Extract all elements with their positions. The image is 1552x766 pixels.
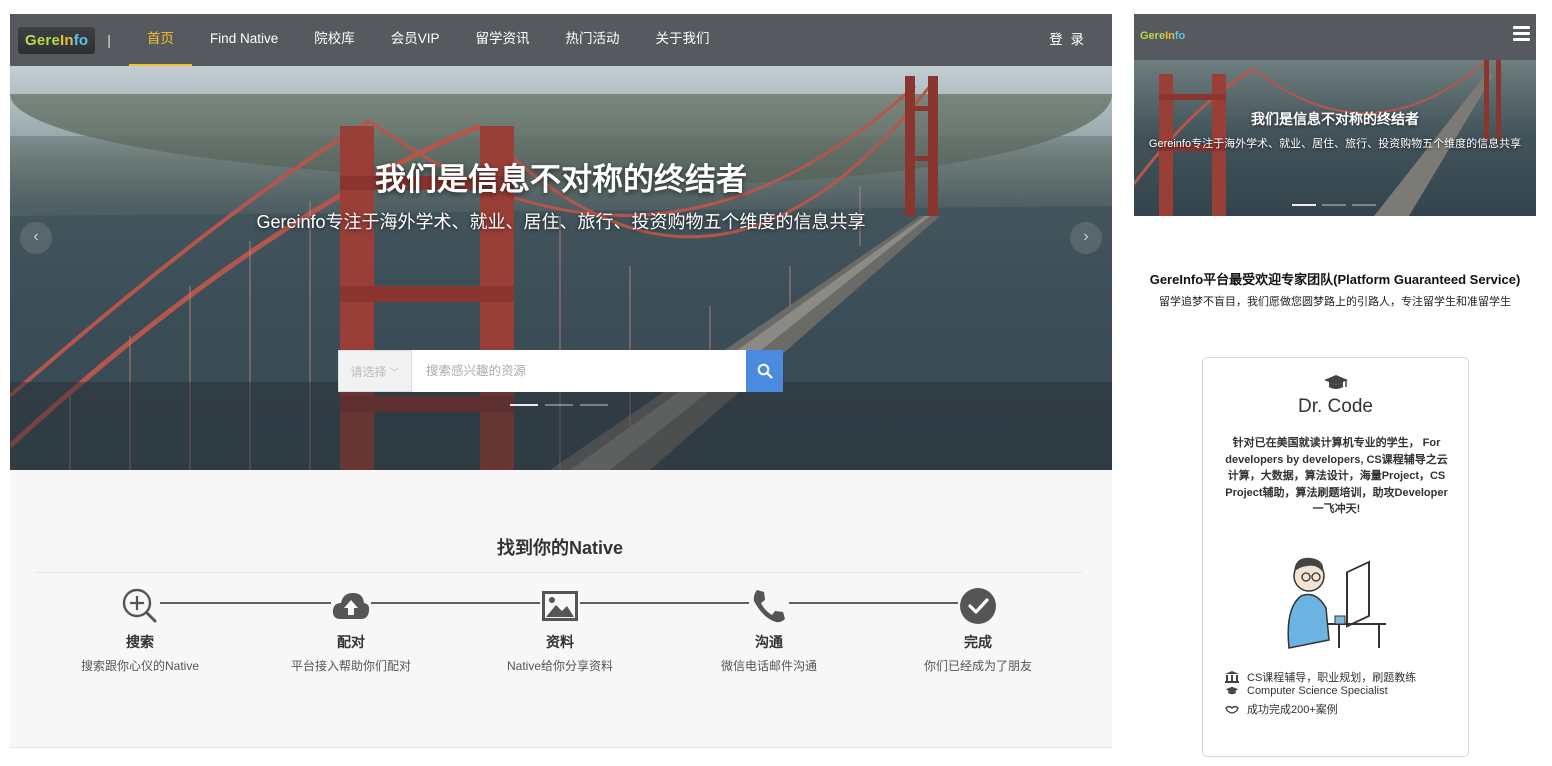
nav-item-find-native[interactable]: Find Native — [192, 14, 296, 66]
mobile-hero-subtitle: Gereinfo专注于海外学术、就业、居住、旅行、投资购物五个维度的信息共享 — [1148, 138, 1522, 150]
graduation-cap-icon — [1203, 374, 1468, 397]
image-icon — [540, 586, 580, 626]
mobile-hero-title: 我们是信息不对称的终结者 — [1251, 111, 1419, 127]
nav-item-news[interactable]: 留学资讯 — [457, 14, 547, 66]
mobile-carousel-dot-1[interactable] — [1292, 204, 1316, 206]
mobile-nav-bar: GereInfo — [1134, 14, 1536, 60]
step-desc: 你们已经成为了朋友 — [923, 659, 1032, 673]
expert-feature-3: 成功完成200+案例 — [1225, 701, 1338, 717]
step-match: 配对 平台接入帮助你们配对 — [261, 586, 441, 674]
step-desc: Native给你分享资料 — [506, 659, 613, 673]
carousel-dot-3[interactable] — [580, 404, 608, 406]
nav-item-vip[interactable]: 会员VIP — [373, 14, 458, 66]
phone-icon — [749, 586, 789, 626]
category-select-value: 请选择 — [350, 364, 387, 379]
bank-icon — [1225, 671, 1239, 683]
step-title: 资料 — [546, 634, 574, 650]
step-desc: 搜索跟你心仪的Native — [80, 659, 199, 673]
magnify-plus-icon — [120, 586, 160, 626]
step-title: 沟通 — [755, 634, 783, 650]
handshake-icon — [1225, 705, 1239, 714]
hamburger-menu-icon[interactable] — [1513, 26, 1530, 44]
carousel-dot-2[interactable] — [545, 404, 573, 406]
check-circle-icon — [958, 586, 998, 626]
mobile-page: GereInfo 我们是信息不对称的终结者 Gereinfo专注于海外学术、就业… — [1134, 14, 1536, 766]
carousel-prev-arrow[interactable]: ‹ — [20, 222, 52, 254]
nav-item-about[interactable]: 关于我们 — [637, 14, 727, 66]
experts-section-title: GereInfo平台最受欢迎专家团队(Platform Guaranteed S… — [1149, 272, 1521, 287]
hero-search-band — [10, 382, 1112, 470]
step-materials: 资料 Native给你分享资料 — [470, 586, 650, 674]
step-title: 完成 — [964, 634, 992, 650]
nav-item-events[interactable]: 热门活动 — [547, 14, 637, 66]
mobile-carousel-dot-3[interactable] — [1352, 204, 1376, 206]
graduation-cap-icon — [1225, 686, 1239, 695]
desktop-page: GereInfo | 首页 Find Native 院校库 会员VIP 留学资讯… — [10, 14, 1112, 748]
search-input[interactable] — [412, 350, 746, 392]
expert-card[interactable]: Dr. Code 针对已在美国就读计算机专业的学生， For developer… — [1202, 357, 1469, 757]
site-logo[interactable]: GereInfo — [18, 26, 96, 54]
nav-item-home[interactable]: 首页 — [128, 14, 192, 66]
step-search: 搜索 搜索跟你心仪的Native — [50, 586, 230, 674]
search-button[interactable] — [746, 350, 783, 392]
login-link[interactable]: 登 录 — [1049, 14, 1086, 66]
mobile-carousel-indicators — [1292, 204, 1376, 206]
step-title: 配对 — [337, 634, 365, 650]
page-bottom-border — [10, 747, 1112, 748]
carousel-indicators — [510, 404, 608, 406]
expert-feature-2: Computer Science Specialist — [1225, 685, 1388, 697]
nav-item-schools[interactable]: 院校库 — [296, 14, 373, 66]
category-select[interactable]: 请选择 ﹀ — [338, 350, 412, 392]
developer-illustration — [1287, 557, 1386, 649]
search-icon — [757, 363, 773, 379]
hero-title: 我们是信息不对称的终结者 — [375, 162, 747, 197]
chevron-down-icon: ﹀ — [389, 367, 400, 379]
mobile-site-logo[interactable]: GereInfo — [1140, 30, 1185, 42]
top-navigation-bar: GereInfo | 首页 Find Native 院校库 会员VIP 留学资讯… — [10, 14, 1112, 66]
hero-banner: 我们是信息不对称的终结者 Gereinfo专注于海外学术、就业、居住、旅行、投资… — [10, 66, 1112, 470]
cloud-upload-icon — [331, 586, 371, 626]
carousel-dot-1[interactable] — [510, 404, 538, 406]
expert-feature-1: CS课程辅导，职业规划，刷题教练 — [1225, 669, 1416, 685]
step-title: 搜索 — [126, 634, 154, 650]
expert-description: 针对已在美国就读计算机专业的学生， For developers by deve… — [1225, 437, 1448, 515]
mobile-hero-banner: GereInfo 我们是信息不对称的终结者 Gereinfo专注于海外学术、就业… — [1134, 14, 1536, 216]
step-communicate: 沟通 微信电话邮件沟通 — [679, 586, 859, 674]
step-desc: 微信电话邮件沟通 — [720, 659, 817, 673]
experts-section-subtitle: 留学追梦不盲目，我们愿做您圆梦路上的引路人，专注留学生和准留学生 — [1159, 296, 1511, 308]
step-desc: 平台接入帮助你们配对 — [290, 659, 411, 673]
find-native-title: 找到你的Native — [496, 538, 624, 558]
search-bar: 请选择 ﹀ — [338, 350, 783, 392]
mobile-carousel-dot-2[interactable] — [1322, 204, 1346, 206]
expert-name: Dr. Code — [1298, 396, 1373, 417]
section-divider — [36, 572, 1082, 573]
carousel-next-arrow[interactable]: › — [1070, 222, 1102, 254]
nav-separator: | — [107, 32, 111, 48]
hero-subtitle: Gereinfo专注于海外学术、就业、居住、旅行、投资购物五个维度的信息共享 — [256, 212, 866, 232]
step-complete: 完成 你们已经成为了朋友 — [888, 586, 1068, 674]
